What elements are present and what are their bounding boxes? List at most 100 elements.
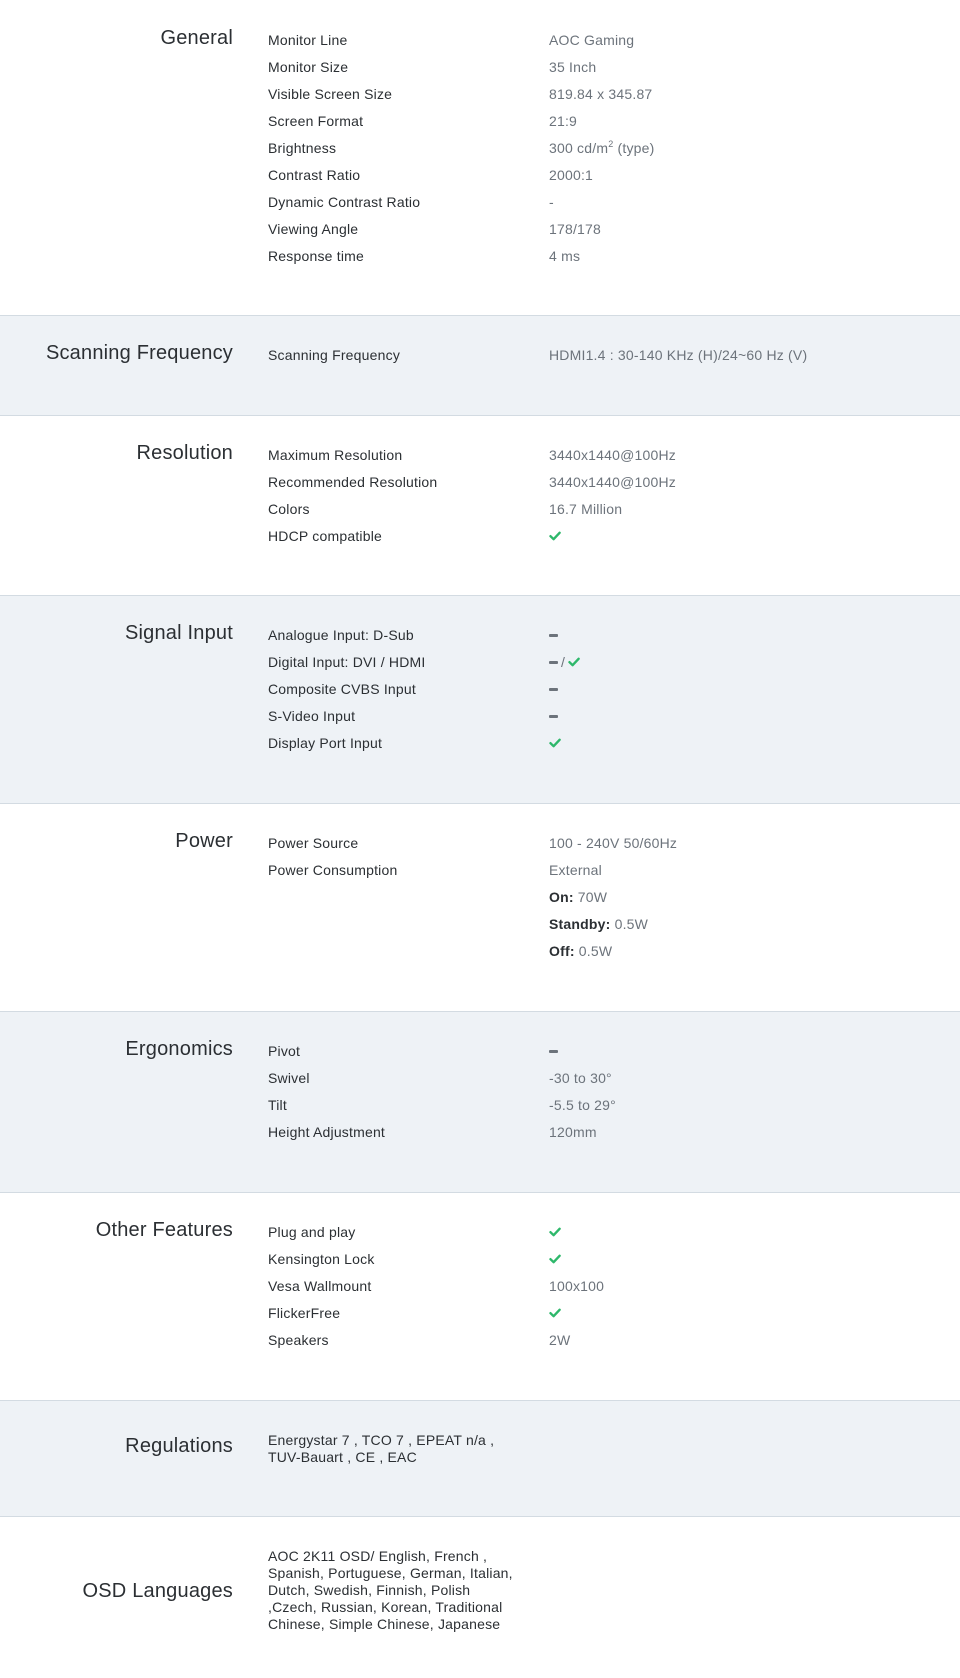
spec-value: HDMI1.4 : 30-140 KHz (H)/24~60 Hz (V): [549, 347, 807, 363]
section-other-features: Other Features Plug and play Kensington L…: [0, 1193, 960, 1401]
spec-value: 100 - 240V 50/60Hz: [549, 835, 677, 851]
dash-icon: [549, 715, 558, 718]
spec-row: Monitor Size 35 Inch: [268, 59, 908, 86]
spec-value-text: External: [549, 862, 602, 878]
spec-label: Digital Input: DVI / HDMI: [268, 654, 426, 670]
spec-value-text: 0.5W: [610, 916, 649, 932]
spec-row: Recommended Resolution 3440x1440@100Hz: [268, 474, 908, 501]
spec-value: 2000:1: [549, 167, 593, 183]
dash-icon: [549, 688, 558, 691]
spec-row: Swivel -30 to 30°: [268, 1070, 908, 1097]
spec-value-text: 35 Inch: [549, 59, 597, 75]
section-resolution: Resolution Maximum Resolution 3440x1440@1…: [0, 416, 960, 596]
spec-row: Kensington Lock: [268, 1251, 908, 1278]
section-title-general: General: [160, 27, 233, 49]
spec-row: Standby: 0.5W: [268, 916, 908, 943]
check-icon: [549, 736, 561, 748]
spec-value-text: 3440x1440@100Hz: [549, 474, 676, 490]
spec-rows-scanning: Scanning Frequency HDMI1.4 : 30-140 KHz (…: [268, 347, 908, 374]
spec-value-text: 100x100: [549, 1278, 605, 1294]
spec-label: Viewing Angle: [268, 221, 359, 237]
spec-label: Power Consumption: [268, 862, 398, 878]
spec-value-text: 16.7 Million: [549, 501, 623, 517]
section-title-resolution: Resolution: [136, 442, 233, 464]
spec-value: [549, 735, 561, 751]
spec-value: 819.84 x 345.87: [549, 86, 652, 102]
spec-value-key: Standby:: [549, 916, 611, 932]
spec-row: Power Consumption External: [268, 862, 908, 889]
spec-value: [549, 1305, 561, 1321]
spec-value-text: 2W: [549, 1332, 571, 1348]
spec-label: Speakers: [268, 1332, 329, 1348]
spec-value: Off: 0.5W: [549, 943, 612, 959]
spec-label: Scanning Frequency: [268, 347, 401, 363]
spec-row: Response time 4 ms: [268, 248, 908, 275]
spec-value-separator: /: [561, 654, 566, 670]
spec-value-text: 178/178: [549, 221, 602, 237]
spec-row: Height Adjustment 120mm: [268, 1124, 908, 1151]
spec-row: Plug and play: [268, 1224, 908, 1251]
regulations-text: Energystar 7 , TCO 7 , EPEAT n/a , TUV-B…: [268, 1432, 495, 1465]
spec-value: [549, 1224, 561, 1240]
spec-value-text: 3440x1440@100Hz: [549, 447, 676, 463]
section-title-power: Power: [175, 830, 233, 852]
spec-value-text: 2000:1: [549, 167, 594, 183]
spec-value-text: 0.5W: [574, 943, 613, 959]
section-signal-input: Signal Input Analogue Input: D-Sub Digita…: [0, 596, 960, 804]
section-title-ergonomics: Ergonomics: [125, 1038, 233, 1060]
osd-languages-text: AOC 2K11 OSD/ English, French , Spanish,…: [268, 1548, 513, 1632]
section-ergonomics: Ergonomics Pivot Swivel -30 to 30° Tilt -5.5…: [0, 1012, 960, 1193]
spec-rows-power: Power Source 100 - 240V 50/60Hz Power Cons…: [268, 835, 908, 970]
spec-rows-other: Plug and play Kensington Lock Vesa Wallmou…: [268, 1224, 908, 1359]
spec-row: Scanning Frequency HDMI1.4 : 30-140 KHz (…: [268, 347, 908, 374]
spec-row: Vesa Wallmount 100x100: [268, 1278, 908, 1305]
spec-value: 4 ms: [549, 248, 580, 264]
spec-row: Visible Screen Size 819.84 x 345.87: [268, 86, 908, 113]
spec-label: Visible Screen Size: [268, 86, 393, 102]
section-title-signal-input: Signal Input: [124, 622, 233, 644]
spec-value-text: 70W: [573, 889, 608, 905]
check-icon: [549, 529, 561, 541]
spec-value: /: [549, 654, 580, 670]
section-title-osd-languages: OSD Languages: [82, 1580, 233, 1602]
spec-row: Off: 0.5W: [268, 943, 908, 970]
spec-value: External: [549, 862, 602, 878]
spec-label: Composite CVBS Input: [268, 681, 416, 697]
section-regulations: Regulations Energystar 7 , TCO 7 , EPEAT…: [0, 1401, 960, 1517]
spec-label: Contrast Ratio: [268, 167, 361, 183]
spec-value-text: 819.84 x 345.87: [549, 86, 653, 102]
spec-label: Vesa Wallmount: [268, 1278, 372, 1294]
section-title-scanning-frequency: Scanning Frequency: [45, 342, 233, 364]
spec-rows-general: Monitor Line AOC Gaming Monitor Size 35 Inc…: [268, 32, 908, 275]
spec-row: On: 70W: [268, 889, 908, 916]
spec-value: -: [549, 194, 554, 210]
spec-row: Digital Input: DVI / HDMI /: [268, 654, 908, 681]
spec-row: S-Video Input: [268, 708, 908, 735]
spec-row: Pivot: [268, 1043, 908, 1070]
spec-row: Viewing Angle 178/178: [268, 221, 908, 248]
spec-value: [549, 708, 558, 724]
check-icon: [549, 1225, 561, 1237]
section-scanning-frequency: Scanning Frequency Scanning Frequency HDM…: [0, 316, 960, 416]
spec-value: 35 Inch: [549, 59, 596, 75]
spec-label: Monitor Size: [268, 59, 349, 75]
check-icon: [549, 1252, 561, 1264]
spec-row: Composite CVBS Input: [268, 681, 908, 708]
spec-label: Maximum Resolution: [268, 447, 403, 463]
spec-value: -30 to 30°: [549, 1070, 612, 1086]
spec-rows-signal: Analogue Input: D-Sub Digital Input: DVI …: [268, 627, 908, 762]
dash-icon: [549, 1050, 558, 1053]
spec-row: Contrast Ratio 2000:1: [268, 167, 908, 194]
section-general: General Monitor Line AOC Gaming Monitor Si…: [0, 0, 960, 316]
spec-label: Height Adjustment: [268, 1124, 386, 1140]
spec-value: [549, 1043, 558, 1059]
spec-value: 300 cd/m2 (type): [549, 140, 654, 157]
spec-label: Swivel: [268, 1070, 310, 1086]
spec-value: [549, 681, 558, 697]
spec-label: Pivot: [268, 1043, 301, 1059]
check-icon: [568, 655, 580, 667]
spec-value: 100x100: [549, 1278, 604, 1294]
spec-label: HDCP compatible: [268, 528, 383, 544]
spec-sheet: General Monitor Line AOC Gaming Monitor Si…: [0, 0, 960, 1678]
spec-value: 3440x1440@100Hz: [549, 447, 676, 463]
